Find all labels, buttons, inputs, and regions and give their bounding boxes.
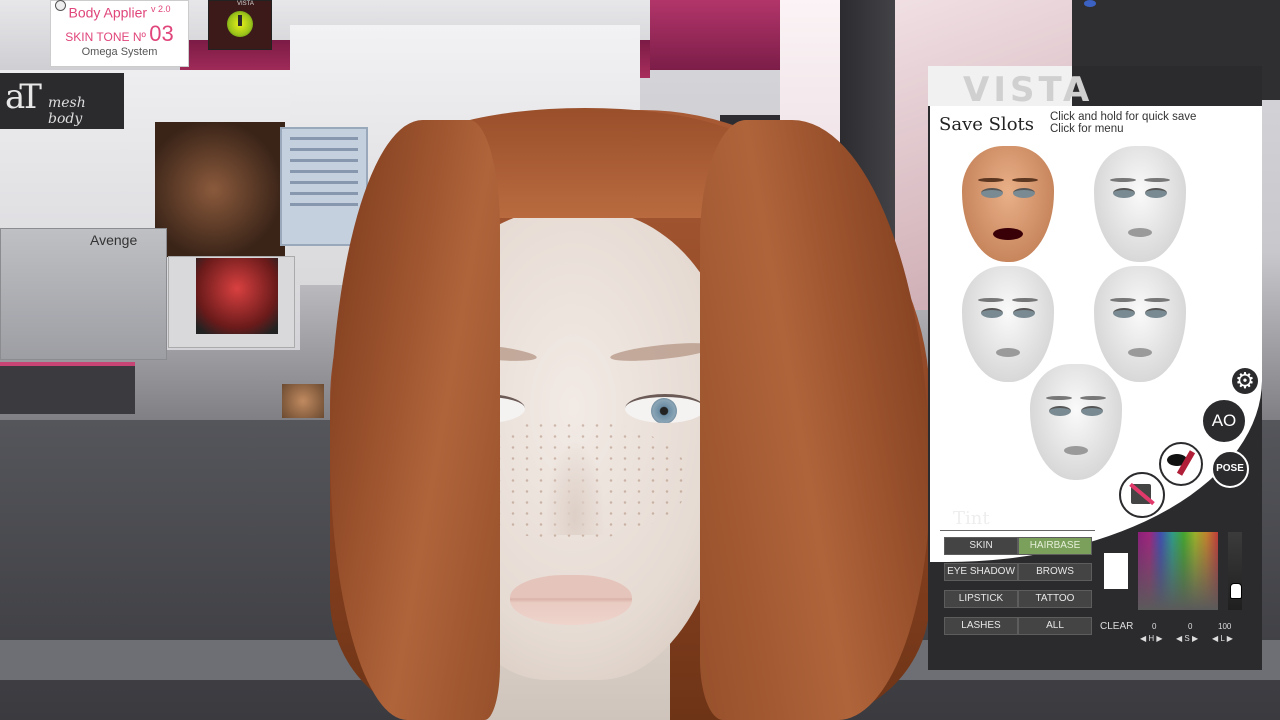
body-applier-title: Body Applier v 2.0 <box>68 4 171 21</box>
power-hud-tag: VISTA <box>237 1 254 7</box>
thumbnail-vendor[interactable] <box>282 384 324 418</box>
omega-system-label: Omega System <box>81 45 158 58</box>
mesh-logo-word: mesh body <box>48 95 86 127</box>
settings-gear-icon[interactable]: ⚙ <box>1232 368 1258 394</box>
save-slot-5[interactable] <box>1030 364 1122 480</box>
glass-display-panel <box>0 228 167 360</box>
ao-button[interactable]: AO <box>1201 398 1247 444</box>
hue-stepper[interactable]: ◀ H ▶ <box>1140 634 1163 643</box>
current-color-swatch <box>1104 553 1128 589</box>
hand-cursor-icon <box>1230 583 1242 599</box>
power-icon <box>227 11 253 37</box>
magenta-wall-band-2 <box>650 0 790 70</box>
clear-button[interactable]: CLEAR <box>1100 621 1133 632</box>
redhead-product-poster[interactable] <box>196 258 278 334</box>
avatar-lips <box>510 575 632 625</box>
power-button[interactable]: VISTA <box>208 0 272 50</box>
lightness-value: 100 <box>1218 622 1232 631</box>
mesh-body-logo[interactable]: aT mesh body <box>0 73 124 129</box>
floppy-disk-icon[interactable] <box>1119 472 1165 518</box>
save-slot-4[interactable] <box>1094 266 1186 382</box>
vista-logo: VISTA <box>963 70 1094 110</box>
save-slots-panel: Save Slots Click and hold for quick save… <box>930 106 1262 562</box>
tint-title: Tint <box>953 508 990 529</box>
tint-skin-button[interactable]: SKIN <box>944 537 1018 555</box>
save-slot-1[interactable] <box>962 146 1054 262</box>
tint-lashes-button[interactable]: LASHES <box>944 617 1018 635</box>
display-table <box>0 362 135 414</box>
avatar-nose <box>545 440 605 535</box>
makeup-icon[interactable] <box>1159 442 1203 486</box>
avenge-sign: Avenge <box>90 232 138 248</box>
tint-hairbase-button[interactable]: HAIRBASE <box>1018 537 1092 555</box>
body-applier-hud[interactable]: Body Applier v 2.0 SKIN TONE Nº 03 Omega… <box>50 0 189 67</box>
saturation-value: 0 <box>1188 622 1193 631</box>
tint-all-button[interactable]: ALL <box>1018 617 1092 635</box>
save-slot-3[interactable] <box>962 266 1054 382</box>
tint-brows-button[interactable]: BROWS <box>1018 563 1092 581</box>
close-icon[interactable] <box>55 0 66 11</box>
skin-tone-indicator: SKIN TONE Nº 03 <box>65 20 174 46</box>
pose-button[interactable]: POSE <box>1211 450 1249 488</box>
save-slots-title: Save Slots <box>939 114 1035 135</box>
save-slots-hint: Click and hold for quick save Click for … <box>1050 111 1197 135</box>
avatar-right-eye <box>625 394 705 423</box>
texture-poster[interactable] <box>155 122 285 257</box>
lightness-stepper[interactable]: ◀ L ▶ <box>1212 634 1233 643</box>
tint-tattoo-button[interactable]: TATTOO <box>1018 590 1092 608</box>
tint-eye-shadow-button[interactable]: EYE SHADOW <box>944 563 1018 581</box>
color-picker[interactable] <box>1138 532 1218 610</box>
save-slot-2[interactable] <box>1094 146 1186 262</box>
tint-divider <box>940 530 1095 531</box>
mesh-logo-mark: aT <box>5 77 42 117</box>
hue-value: 0 <box>1152 622 1157 631</box>
hud-header: VISTA <box>928 66 1089 110</box>
saturation-stepper[interactable]: ◀ S ▶ <box>1176 634 1198 643</box>
tint-lipstick-button[interactable]: LIPSTICK <box>944 590 1018 608</box>
dialog-indicator-icon <box>1084 0 1096 7</box>
